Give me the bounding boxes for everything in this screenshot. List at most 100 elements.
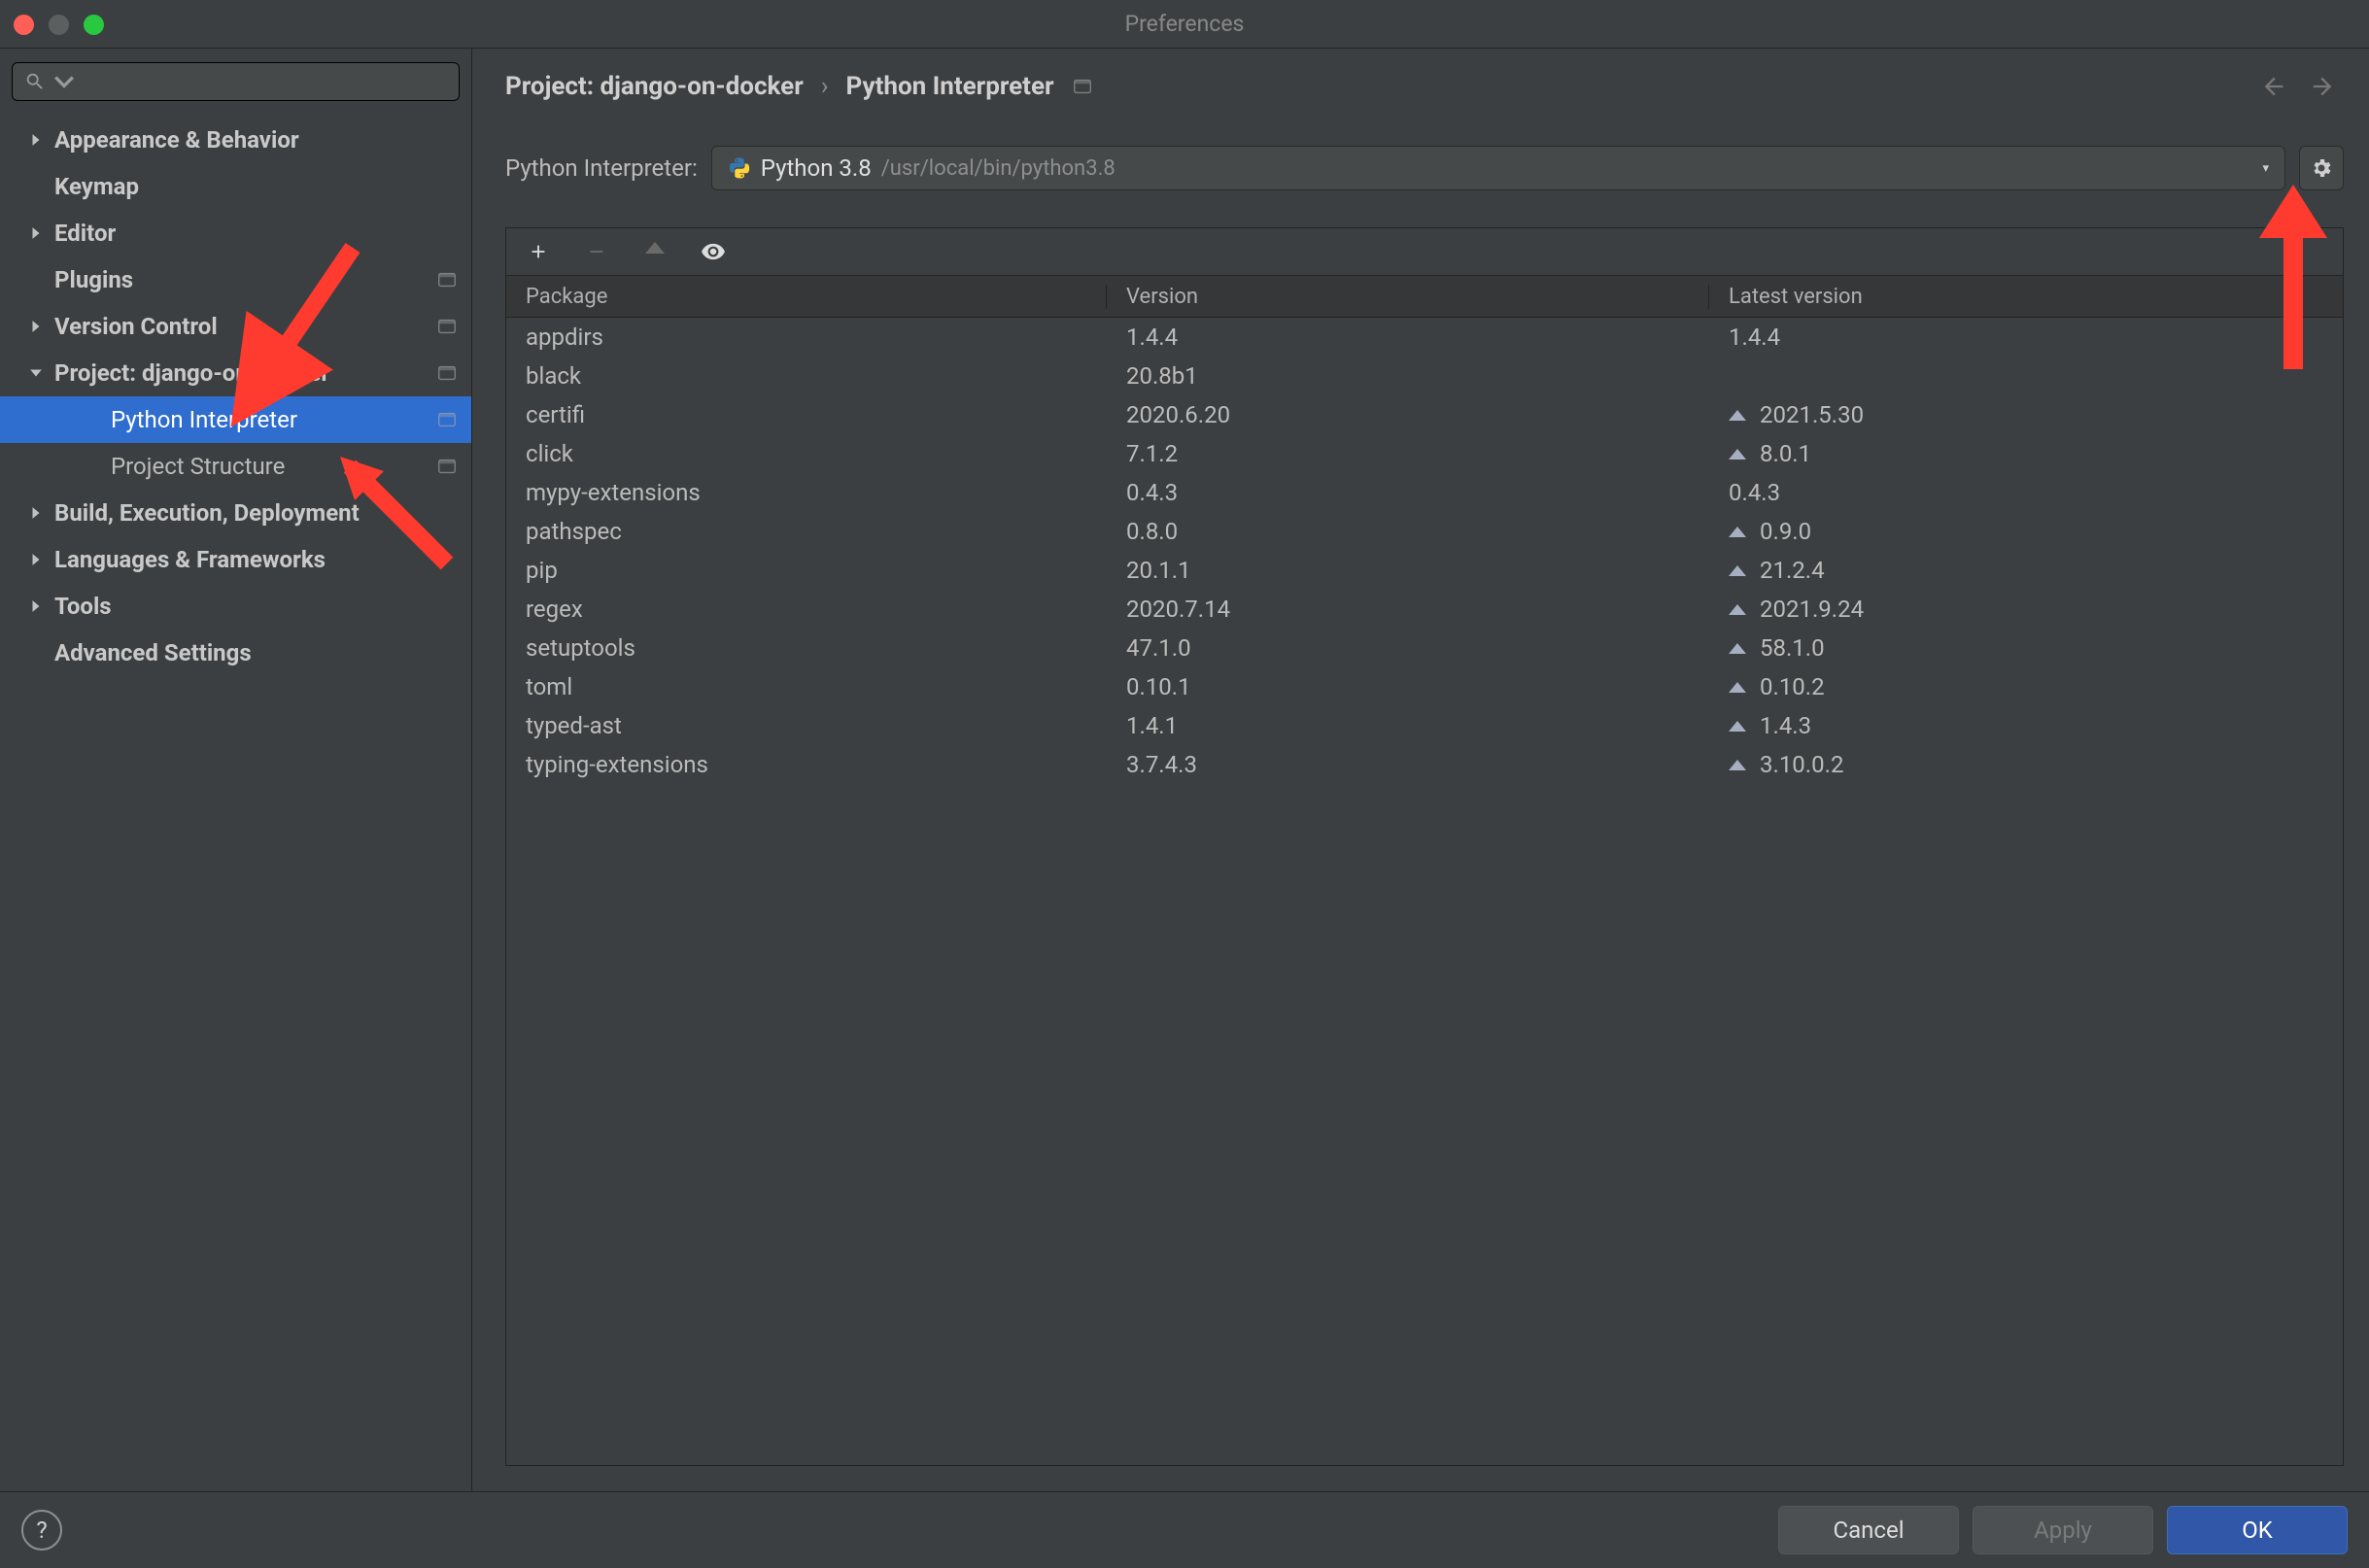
chevron-right-icon [27,133,45,147]
upgrade-available-icon [1729,410,1746,421]
table-row[interactable]: regex2020.7.142021.9.24 [506,590,2343,629]
breadcrumb-current: Python Interpreter [846,72,1054,101]
upgrade-package-button[interactable] [642,239,668,264]
cancel-button[interactable]: Cancel [1778,1506,1959,1554]
cell-package: black [506,362,1107,390]
packages-panel: Package Version Latest version appdirs1.… [505,227,2344,1466]
sidebar-item[interactable]: Editor [0,210,471,256]
cell-version: 2020.6.20 [1107,401,1709,428]
cell-version: 1.4.1 [1107,712,1709,739]
sidebar-item-label: Version Control [54,313,218,340]
cell-latest-value: 21.2.4 [1760,557,1825,584]
search-input[interactable] [12,62,460,101]
sidebar-item[interactable]: Project: django-on-docker [0,350,471,396]
sidebar-item-label: Appearance & Behavior [54,126,299,153]
footer: ? Cancel Apply OK [0,1491,2369,1568]
sidebar-item[interactable]: •Keymap [0,163,471,210]
nav-back-icon[interactable] [2260,73,2287,100]
interpreter-settings-button[interactable] [2299,146,2344,190]
table-row[interactable]: setuptools47.1.058.1.0 [506,629,2343,667]
breadcrumb-root[interactable]: Project: django-on-docker [505,72,804,101]
minimize-window-icon[interactable] [49,15,69,35]
nav-forward-icon[interactable] [2309,73,2336,100]
chevron-right-icon [27,226,45,240]
sidebar-item-label: Project: django-on-docker [54,359,329,387]
remove-package-button[interactable] [584,239,609,264]
cell-package: mypy-extensions [506,479,1107,506]
interpreter-row: Python Interpreter: Python 3.8 /usr/loca… [505,146,2344,190]
sidebar-item[interactable]: •Advanced Settings [0,630,471,676]
table-row[interactable]: appdirs1.4.41.4.4 [506,318,2343,357]
cell-latest: 0.4.3 [1709,479,2343,506]
sidebar-item-label: Python Interpreter [111,406,297,433]
sidebar-item[interactable]: Version Control [0,303,471,350]
search-icon [24,71,46,92]
close-window-icon[interactable] [14,15,34,35]
table-row[interactable]: click7.1.28.0.1 [506,434,2343,473]
cell-version: 0.8.0 [1107,518,1709,545]
sidebar-item[interactable]: Appearance & Behavior [0,117,471,163]
help-button[interactable]: ? [21,1510,62,1551]
sidebar-item-label: Keymap [54,173,139,200]
table-row[interactable]: mypy-extensions0.4.30.4.3 [506,473,2343,512]
table-row[interactable]: typing-extensions3.7.4.33.10.0.2 [506,745,2343,784]
sidebar-item[interactable]: •Plugins [0,256,471,303]
cell-version: 20.8b1 [1107,362,1709,390]
chevron-right-icon [27,599,45,613]
packages-table: Package Version Latest version appdirs1.… [506,276,2343,1465]
sidebar-item-label: Editor [54,220,116,247]
cell-version: 3.7.4.3 [1107,751,1709,778]
traffic-lights [14,15,104,35]
content-panel: Project: django-on-docker › Python Inter… [472,49,2369,1491]
cell-latest-value: 58.1.0 [1760,634,1825,662]
cell-latest-value: 2021.5.30 [1760,401,1864,428]
table-row[interactable]: toml0.10.10.10.2 [506,667,2343,706]
sidebar-item[interactable]: •Python Interpreter [0,396,471,443]
cell-latest: 2021.9.24 [1709,596,2343,623]
sidebar-item[interactable]: Languages & Frameworks [0,536,471,583]
settings-tree: Appearance & Behavior •Keymap Editor •Plugi… [0,111,471,1491]
upgrade-available-icon [1729,604,1746,615]
breadcrumb-sep: › [821,72,829,101]
sidebar-item[interactable]: Build, Execution, Deployment [0,490,471,536]
interpreter-select[interactable]: Python 3.8 /usr/local/bin/python3.8 ▾ [711,146,2285,190]
show-early-releases-button[interactable] [701,239,726,264]
sidebar-item[interactable]: •Project Structure [0,443,471,490]
breadcrumb-nav [2260,73,2344,100]
table-row[interactable]: certifi2020.6.202021.5.30 [506,395,2343,434]
apply-button[interactable]: Apply [1973,1506,2153,1554]
add-package-button[interactable] [526,239,551,264]
main-area: Appearance & Behavior •Keymap Editor •Plugi… [0,49,2369,1491]
cell-package: setuptools [506,634,1107,662]
chevron-right-icon [27,506,45,520]
cell-latest: 0.9.0 [1709,518,2343,545]
col-latest[interactable]: Latest version [1709,285,2343,309]
cell-package: typed-ast [506,712,1107,739]
cell-latest-value: 3.10.0.2 [1760,751,1843,778]
cell-version: 1.4.4 [1107,324,1709,351]
table-row[interactable]: black20.8b1 [506,357,2343,395]
interpreter-name: Python 3.8 [761,154,872,182]
gear-icon [2310,156,2333,180]
cell-latest: 1.4.4 [1709,324,2343,351]
table-row[interactable]: pathspec0.8.00.9.0 [506,512,2343,551]
cell-latest-value: 1.4.3 [1760,712,1811,739]
sidebar-item-label: Build, Execution, Deployment [54,499,360,527]
zoom-window-icon[interactable] [84,15,104,35]
cell-latest-value: 8.0.1 [1760,440,1811,467]
upgrade-available-icon [1729,643,1746,654]
table-row[interactable]: pip20.1.121.2.4 [506,551,2343,590]
preferences-window: Preferences Appearance & Behavior•Keymap… [0,0,2369,1568]
table-row[interactable]: typed-ast1.4.1 1.4.3 [506,706,2343,745]
col-package[interactable]: Package [506,285,1107,309]
cell-package: toml [506,673,1107,700]
col-version[interactable]: Version [1107,285,1709,309]
sidebar-item[interactable]: Tools [0,583,471,630]
upgrade-available-icon [1729,527,1746,537]
cell-package: regex [506,596,1107,623]
project-scope-icon [1072,76,1093,97]
ok-button[interactable]: OK [2167,1506,2348,1554]
cell-version: 0.10.1 [1107,673,1709,700]
sidebar-item-label: Project Structure [111,453,285,480]
cell-package: pip [506,557,1107,584]
